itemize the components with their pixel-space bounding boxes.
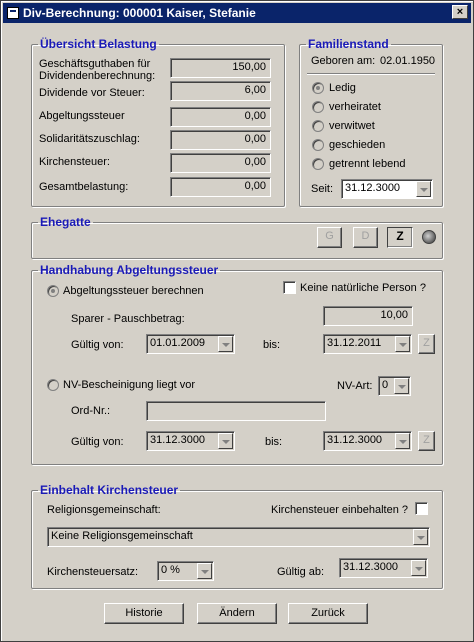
bis-value: 31.12.2011 — [327, 337, 382, 349]
label-soli: Solidaritätszuschlag: — [39, 133, 140, 145]
close-icon[interactable]: × — [452, 5, 468, 19]
title-bar[interactable]: Div-Berechnung: 000001 Kaiser, Stefanie … — [3, 3, 471, 23]
gueltig-von2-value: 31.12.3000 — [150, 434, 206, 446]
sparer-value: 10,00 — [323, 306, 413, 326]
geboren-label: Geboren am: — [311, 55, 376, 67]
radio-geschieden[interactable] — [312, 139, 324, 151]
gueltig-von2-select[interactable]: 31.12.3000 — [146, 431, 235, 451]
uebersicht-legend: Übersicht Belastung — [40, 37, 157, 51]
radio-ledig[interactable] — [312, 82, 324, 94]
chevron-down-icon[interactable] — [197, 563, 212, 579]
familienstand-legend: Familienstand — [308, 37, 389, 51]
religion-select[interactable]: Keine Religionsgemeinschaft — [47, 527, 430, 547]
zurueck-button[interactable]: Zurück — [288, 603, 368, 624]
radio-verwitwet-label: verwitwet — [329, 120, 375, 132]
gueltig-von-value: 01.01.2009 — [150, 337, 206, 349]
satz-label: Kirchensteuersatz: — [47, 566, 139, 578]
seit-label: Seit: — [311, 183, 334, 195]
historie-button[interactable]: Historie — [104, 603, 184, 624]
aendern-button[interactable]: Ändern — [197, 603, 277, 624]
radio-abgeltung-berechnen[interactable] — [47, 285, 59, 297]
dividende-value: 6,00 — [170, 81, 271, 101]
nv-art-select[interactable]: 0 — [378, 376, 411, 396]
radio-nv-bescheinigung[interactable] — [47, 379, 59, 391]
chevron-down-icon[interactable] — [395, 433, 410, 449]
nv-art-value: 0 — [382, 379, 389, 391]
label-geschaeftsguthaben-1: Geschäftsguthaben für — [39, 58, 151, 70]
dialog-window: Div-Berechnung: 000001 Kaiser, Stefanie … — [0, 0, 474, 642]
chevron-down-icon[interactable] — [218, 433, 233, 449]
sparer-label: Sparer - Pauschbetrag: — [71, 313, 185, 325]
label-geschaeftsguthaben-2: Dividendenberechnung: — [39, 70, 156, 82]
label-gesamtbelastung: Gesamtbelastung: — [39, 181, 129, 193]
gueltig-ab-value: 31.12.3000 — [343, 561, 399, 573]
seit-select[interactable]: 31.12.3000 — [341, 179, 433, 199]
satz-select[interactable]: 0 % — [157, 561, 214, 581]
kirchensteuer-value: 0,00 — [170, 153, 271, 173]
bis2-label: bis: — [265, 436, 283, 448]
ehegatte-z-button[interactable]: Z — [387, 227, 413, 248]
gueltig-ab-select[interactable]: 31.12.3000 — [339, 558, 428, 578]
ehegatte-d-button[interactable]: D — [353, 227, 378, 248]
gueltig-von2-label: Gültig von: — [71, 436, 124, 448]
label-abgeltungssteuer: Abgeltungssteuer — [39, 110, 125, 122]
bis-label: bis: — [263, 339, 281, 351]
chevron-down-icon[interactable] — [411, 560, 426, 576]
seit-select-value: 31.12.3000 — [345, 182, 401, 194]
radio-abgeltung-berechnen-label: Abgeltungssteuer berechnen — [63, 285, 204, 297]
satz-value: 0 % — [161, 564, 180, 576]
kirche-legend: Einbehalt Kirchensteuer — [40, 483, 179, 497]
religion-label: Religionsgemeinschaft: — [47, 504, 161, 516]
bis2-value: 31.12.3000 — [327, 434, 383, 446]
radio-nv-bescheinigung-label: NV-Bescheinigung liegt vor — [63, 379, 196, 391]
gueltig-von-select[interactable]: 01.01.2009 — [146, 334, 235, 354]
window-title: Div-Berechnung: 000001 Kaiser, Stefanie — [23, 6, 256, 20]
bis-z-button[interactable]: Z — [418, 334, 435, 354]
gueltig-ab-label: Gültig ab: — [277, 566, 325, 578]
label-kirchensteuer: Kirchensteuer: — [39, 156, 110, 168]
einbehalten-label: Kirchensteuer einbehalten ? — [271, 504, 408, 516]
chevron-down-icon[interactable] — [394, 378, 409, 394]
radio-getrennt[interactable] — [312, 158, 324, 170]
bis2-select[interactable]: 31.12.3000 — [323, 431, 412, 451]
chevron-down-icon[interactable] — [218, 336, 233, 352]
status-led-icon — [422, 230, 436, 244]
einbehalten-checkbox[interactable] — [415, 502, 428, 515]
familienstand-separator — [307, 73, 435, 75]
radio-getrennt-label: getrennt lebend — [329, 158, 406, 170]
abgeltungssteuer-value: 0,00 — [170, 107, 271, 127]
ehegatte-group: Ehegatte — [31, 215, 443, 259]
gesamtbelastung-value: 0,00 — [170, 177, 271, 197]
keine-nat-person-label: Keine natürliche Person ? — [300, 282, 426, 294]
religion-value: Keine Religionsgemeinschaft — [51, 530, 193, 542]
radio-geschieden-label: geschieden — [329, 139, 386, 151]
ehegatte-g-button[interactable]: G — [317, 227, 342, 248]
bis2-z-button[interactable]: Z — [418, 431, 435, 451]
ehegatte-legend: Ehegatte — [40, 215, 91, 229]
geboren-value: 02.01.1950 — [380, 55, 436, 67]
ord-nr-field[interactable] — [146, 401, 326, 421]
chevron-down-icon[interactable] — [413, 529, 428, 545]
radio-ledig-label: Ledig — [329, 82, 356, 94]
radio-verheiratet-label: verheiratet — [329, 101, 381, 113]
ord-nr-label: Ord-Nr.: — [71, 405, 111, 417]
soli-value: 0,00 — [170, 130, 271, 150]
geschaeftsguthaben-value: 150,00 — [170, 58, 271, 78]
abgeltung-legend: Handhabung Abgeltungssteuer — [40, 263, 219, 277]
keine-nat-person-checkbox[interactable] — [283, 281, 296, 294]
label-dividende: Dividende vor Steuer: — [39, 87, 145, 99]
chevron-down-icon[interactable] — [416, 181, 431, 197]
bis-select[interactable]: 31.12.2011 — [323, 334, 412, 354]
chevron-down-icon[interactable] — [395, 336, 410, 352]
gueltig-von-label: Gültig von: — [71, 339, 124, 351]
nv-art-label: NV-Art: — [337, 380, 373, 392]
radio-verwitwet[interactable] — [312, 120, 324, 132]
radio-verheiratet[interactable] — [312, 101, 324, 113]
window-icon[interactable] — [7, 7, 19, 19]
